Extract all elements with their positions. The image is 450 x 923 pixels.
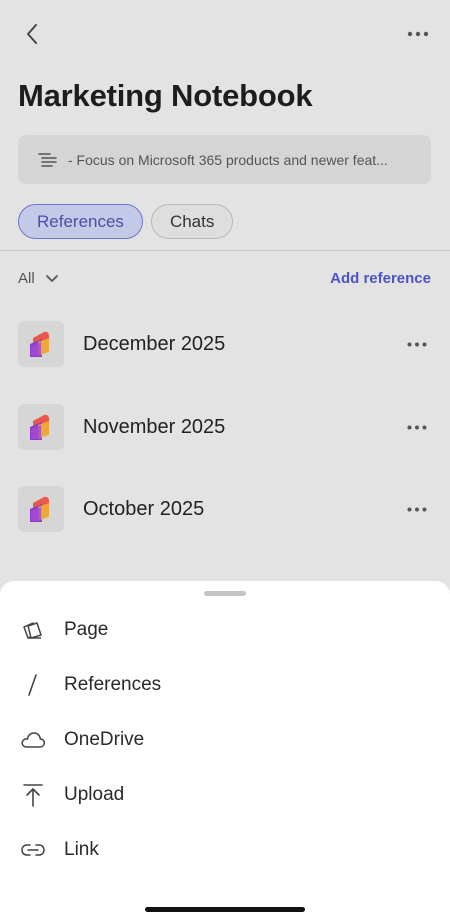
reference-thumbnail <box>18 486 64 532</box>
sheet-item-label: Upload <box>64 784 125 805</box>
filter-dropdown[interactable]: All <box>18 270 59 287</box>
home-indicator <box>145 907 305 912</box>
sheet-item-label: Page <box>64 619 109 640</box>
link-icon <box>20 837 46 863</box>
cloud-icon <box>20 727 46 753</box>
chevron-down-icon <box>45 275 58 282</box>
notebook-instructions[interactable]: - Focus on Microsoft 365 products and ne… <box>18 135 431 184</box>
more-horizontal-icon <box>407 507 427 511</box>
more-horizontal-icon <box>407 425 427 429</box>
reference-label: October 2025 <box>83 497 205 520</box>
reference-thumbnail <box>18 321 64 367</box>
reference-row[interactable]: October 2025 <box>0 479 450 539</box>
loop-page-icon <box>30 496 49 522</box>
back-button[interactable] <box>18 20 46 48</box>
reference-more-button[interactable] <box>404 499 430 519</box>
instructions-text: - Focus on Microsoft 365 products and ne… <box>68 151 388 168</box>
reference-more-button[interactable] <box>404 417 430 437</box>
loop-page-icon <box>30 331 49 357</box>
sheet-item-label: OneDrive <box>64 729 145 750</box>
loop-page-icon <box>30 414 49 440</box>
more-horizontal-icon <box>407 342 427 346</box>
add-reference-sheet: Page References OneDrive Upload Link <box>0 581 450 923</box>
tab-references[interactable]: References <box>18 204 143 239</box>
reference-row[interactable]: December 2025 <box>0 314 450 374</box>
page-icon <box>20 617 46 643</box>
top-bar <box>0 0 450 70</box>
sheet-item-link[interactable]: Link <box>0 828 450 872</box>
reference-label: December 2025 <box>83 332 226 355</box>
sheet-item-upload[interactable]: Upload <box>0 773 450 817</box>
tab-bar: References Chats <box>18 204 234 240</box>
more-horizontal-icon <box>407 31 429 37</box>
notebook-screen: Marketing Notebook - Focus on Microsoft … <box>0 0 450 923</box>
upload-icon <box>20 782 46 808</box>
tab-chats[interactable]: Chats <box>150 204 234 239</box>
slash-icon <box>20 672 46 698</box>
reference-more-button[interactable] <box>404 334 430 354</box>
more-options-button[interactable] <box>404 20 432 48</box>
sheet-item-references[interactable]: References <box>0 663 450 707</box>
divider <box>0 250 450 251</box>
reference-row[interactable]: November 2025 <box>0 397 450 457</box>
sheet-item-onedrive[interactable]: OneDrive <box>0 718 450 762</box>
page-title: Marketing Notebook <box>18 78 313 113</box>
sheet-item-label: Link <box>64 839 99 860</box>
text-lines-icon <box>38 152 57 167</box>
reference-label: November 2025 <box>83 415 226 438</box>
reference-thumbnail <box>18 404 64 450</box>
sheet-item-label: References <box>64 674 162 695</box>
chevron-left-icon <box>27 24 37 44</box>
sheet-grabber[interactable] <box>204 591 246 596</box>
sheet-item-page[interactable]: Page <box>0 608 450 652</box>
add-reference-link[interactable]: Add reference <box>330 270 431 287</box>
filter-label: All <box>18 270 35 287</box>
